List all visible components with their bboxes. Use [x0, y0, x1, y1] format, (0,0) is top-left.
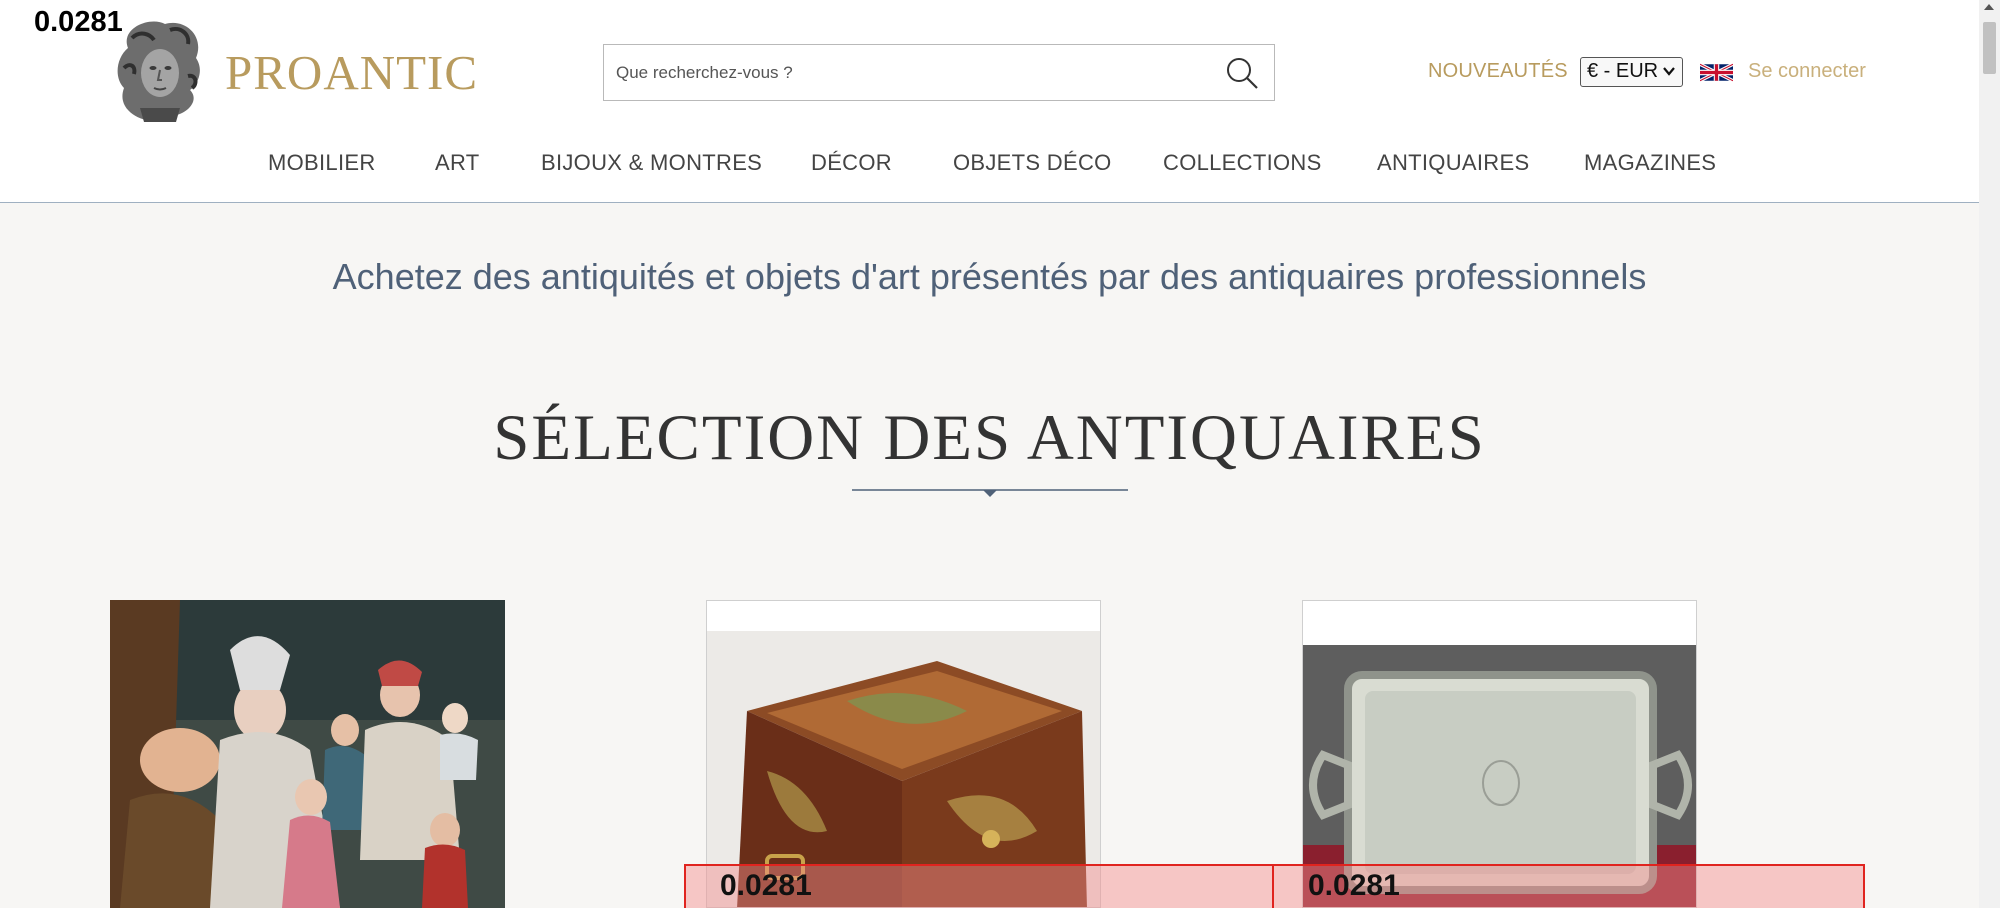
uk-flag-icon[interactable] — [1700, 60, 1733, 85]
site-logo-text[interactable]: PROANTIC — [225, 44, 478, 101]
highlight-overlay-box: 0.0281 — [684, 864, 1274, 908]
nav-item-mobilier[interactable]: MOBILIER — [268, 150, 376, 176]
bust-logo-icon[interactable] — [110, 18, 210, 122]
title-divider — [852, 489, 1128, 497]
main-nav: MOBILIER ART BIJOUX & MONTRES DÉCOR OBJE… — [0, 150, 1979, 180]
highlight-overlay-box: 0.0281 — [1272, 864, 1865, 908]
currency-select[interactable]: € - EUR — [1580, 57, 1683, 87]
painting-image — [110, 600, 505, 908]
site-header: PROANTIC NOUVEAUTÉS € - EUR Se connecter… — [0, 0, 1979, 203]
section-title: SÉLECTION DES ANTIQUAIRES — [493, 402, 1486, 474]
scrollbar-thumb[interactable] — [1983, 22, 1996, 74]
nav-item-objets-deco[interactable]: OBJETS DÉCO — [953, 150, 1112, 176]
nav-item-bijoux-montres[interactable]: BIJOUX & MONTRES — [541, 150, 762, 176]
chevron-down-icon — [1663, 67, 1675, 76]
nav-item-art[interactable]: ART — [435, 150, 480, 176]
nav-item-collections[interactable]: COLLECTIONS — [1163, 150, 1322, 176]
nav-item-decor[interactable]: DÉCOR — [811, 150, 892, 176]
overlay-score: 0.0281 — [720, 869, 812, 902]
search-bar — [603, 44, 1275, 101]
search-icon[interactable] — [1224, 55, 1260, 91]
nav-item-magazines[interactable]: MAGAZINES — [1584, 150, 1716, 176]
scrollbar[interactable] — [1979, 0, 2000, 908]
nav-item-antiquaires[interactable]: ANTIQUAIRES — [1377, 150, 1529, 176]
product-card-painting[interactable] — [110, 600, 505, 908]
search-input[interactable] — [604, 45, 1216, 100]
login-link[interactable]: Se connecter — [1748, 60, 1866, 83]
new-arrivals-link[interactable]: NOUVEAUTÉS — [1428, 60, 1568, 83]
scroll-up-arrow-icon[interactable] — [1984, 4, 1994, 10]
overlay-score: 0.0281 — [1308, 869, 1400, 902]
score-overlay-label: 0.0281 — [34, 6, 123, 38]
currency-value: € - EUR — [1587, 60, 1659, 82]
page-tagline: Achetez des antiquités et objets d'art p… — [332, 256, 1647, 297]
product-card-marquetry-box[interactable] — [706, 600, 1101, 908]
product-card-silver-tray[interactable] — [1302, 600, 1697, 908]
